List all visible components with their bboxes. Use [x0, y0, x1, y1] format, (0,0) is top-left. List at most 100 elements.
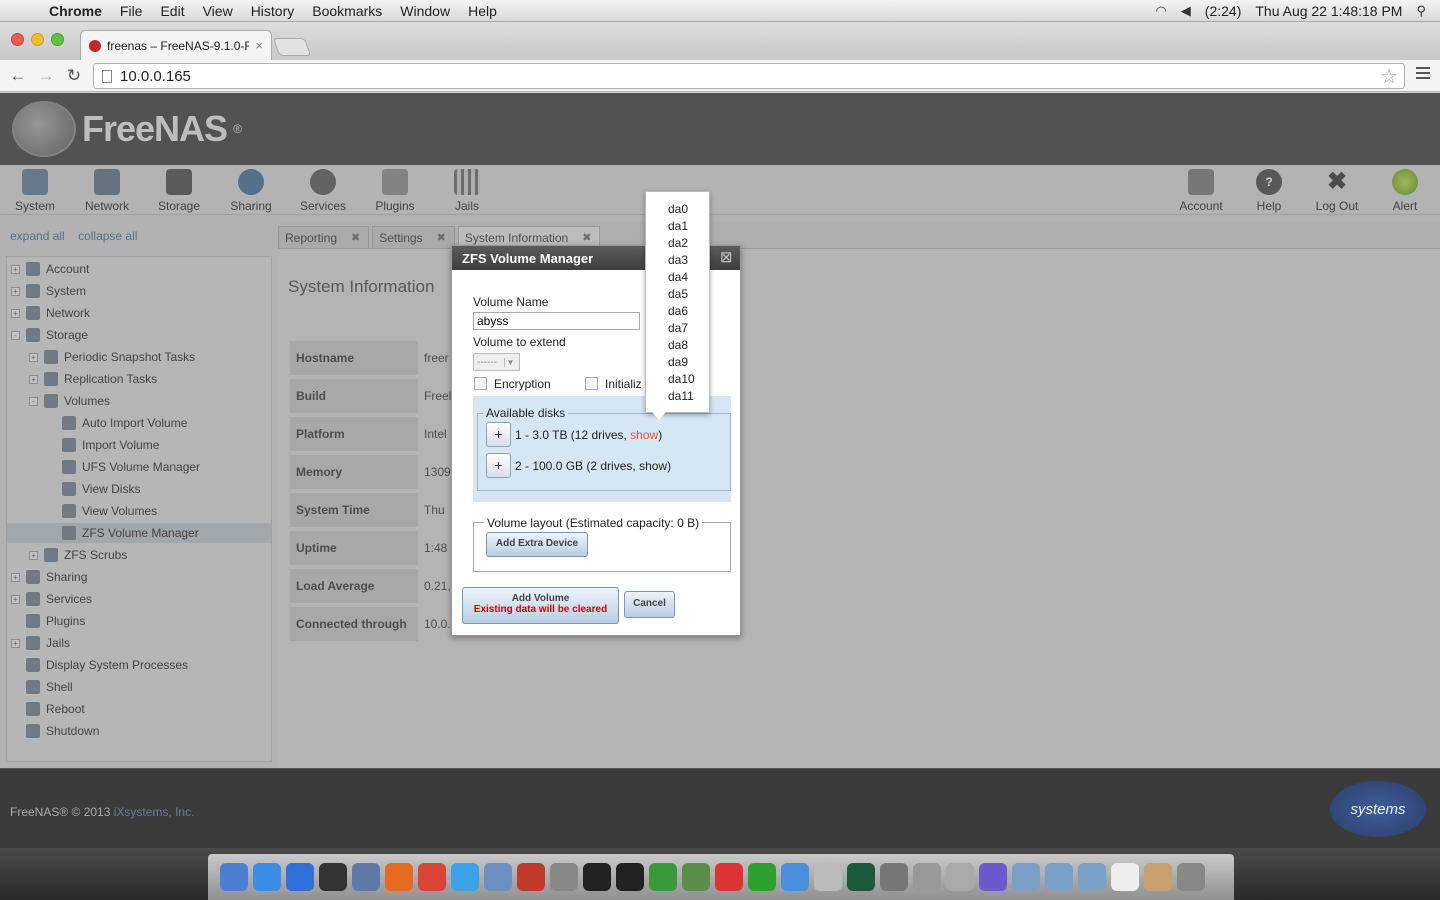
dock-app-icon[interactable] [814, 863, 842, 891]
volume-name-input[interactable] [473, 312, 640, 330]
dock-app-icon[interactable] [913, 863, 941, 891]
dock-app-icon[interactable] [220, 863, 248, 891]
show-disks-link[interactable]: show [639, 459, 667, 473]
dock-app-icon[interactable] [946, 863, 974, 891]
cancel-button[interactable]: Cancel [624, 591, 675, 618]
volume-layout-legend: Volume layout (Estimated capacity: 0 B) [484, 516, 703, 530]
available-disks-fieldset [477, 413, 731, 491]
minimize-window-button[interactable] [31, 33, 44, 46]
menu-file[interactable]: File [111, 3, 152, 19]
dock-app-icon[interactable] [1144, 863, 1172, 891]
copyright: FreeNAS® © 2013 iXsystems, Inc. [10, 805, 195, 819]
browser-toolbar: ← → ↻ 10.0.0.165 ☆ [0, 60, 1440, 92]
dock-app-icon[interactable] [748, 863, 776, 891]
chrome-menu-icon[interactable] [1416, 67, 1430, 82]
bookmark-star-icon[interactable]: ☆ [1380, 64, 1398, 89]
address-bar[interactable]: 10.0.0.165 ☆ [93, 63, 1405, 89]
dock-app-icon[interactable] [1078, 863, 1106, 891]
chevron-down-icon: ▼ [504, 357, 516, 367]
disk-list-item[interactable]: da2 [646, 236, 709, 253]
available-disks-legend: Available disks [483, 406, 569, 420]
url-text[interactable]: 10.0.0.165 [120, 68, 191, 85]
add-volume-warning: Existing data will be cleared [473, 604, 608, 615]
dock-app-icon[interactable] [583, 863, 611, 891]
dock-app-icon[interactable] [715, 863, 743, 891]
ixsystems-link[interactable]: iXsystems, Inc. [114, 805, 195, 819]
volume-layout-section: Volume layout (Estimated capacity: 0 B) … [473, 516, 731, 572]
new-tab-button[interactable] [272, 38, 312, 56]
popup-pointer [652, 412, 666, 420]
disk-list-item[interactable]: da6 [646, 304, 709, 321]
menu-edit[interactable]: Edit [151, 3, 193, 19]
disk-list-item[interactable]: da8 [646, 338, 709, 355]
dock-shelf [208, 854, 1234, 900]
add-extra-device-button[interactable]: Add Extra Device [486, 532, 588, 557]
dock-app-icon[interactable] [847, 863, 875, 891]
dock-app-icon[interactable] [517, 863, 545, 891]
encryption-label: Encryption [494, 377, 551, 391]
dock-app-icon[interactable] [979, 863, 1007, 891]
dialog-close-icon[interactable]: ☒ [720, 250, 732, 266]
add-disk-group-2-button[interactable]: + [486, 453, 511, 478]
dock-app-icon[interactable] [1177, 863, 1205, 891]
dock-app-icon[interactable] [1012, 863, 1040, 891]
freenas-favicon-icon [89, 39, 101, 52]
forward-icon[interactable]: → [32, 66, 60, 86]
volume-extend-select[interactable]: ------ ▼ [473, 353, 520, 371]
reload-icon[interactable]: ↻ [60, 66, 88, 86]
tab-close-icon[interactable]: × [255, 38, 263, 53]
disk-group-1: 1 - 3.0 TB (12 drives, show) [515, 428, 663, 442]
menu-window[interactable]: Window [391, 3, 459, 19]
zoom-window-button[interactable] [51, 33, 64, 46]
dock-app-icon[interactable] [484, 863, 512, 891]
dock-app-icon[interactable] [880, 863, 908, 891]
disk-list-item[interactable]: da7 [646, 321, 709, 338]
dock-app-icon[interactable] [550, 863, 578, 891]
dock-app-icon[interactable] [649, 863, 677, 891]
dock-app-icon[interactable] [781, 863, 809, 891]
disk-list-item[interactable]: da3 [646, 253, 709, 270]
volume-extend-value: ------ [477, 356, 497, 368]
disk-list-item[interactable]: da5 [646, 287, 709, 304]
menu-history[interactable]: History [242, 3, 304, 19]
disk-group-2: 2 - 100.0 GB (2 drives, show) [515, 459, 672, 473]
dock-app-icon[interactable] [682, 863, 710, 891]
disk-list-popup: da0 da1 da2 da3 da4 da5 da6 da7 da8 da9 da10 da11 [645, 191, 710, 420]
macos-dock [0, 848, 1440, 900]
disk-list-item[interactable]: da10 [646, 372, 709, 389]
menu-bookmarks[interactable]: Bookmarks [303, 3, 391, 19]
wifi-icon[interactable]: ◠ [1155, 3, 1166, 19]
show-disks-link[interactable]: show [630, 428, 658, 442]
initialize-checkbox[interactable] [585, 377, 598, 390]
back-icon[interactable]: ← [4, 66, 32, 86]
add-volume-button[interactable]: Add Volume Existing data will be cleared [462, 587, 619, 624]
menu-view[interactable]: View [194, 3, 242, 19]
dock-app-icon[interactable] [616, 863, 644, 891]
disk-list-item[interactable]: da9 [646, 355, 709, 372]
menu-help[interactable]: Help [459, 3, 506, 19]
encryption-checkbox[interactable] [474, 377, 487, 390]
dock-app-icon[interactable] [385, 863, 413, 891]
disk-list-item[interactable]: da1 [646, 219, 709, 236]
dock-app-icon[interactable] [319, 863, 347, 891]
freenas-footer: FreeNAS® © 2013 iXsystems, Inc. systems [0, 768, 1440, 848]
browser-tab[interactable]: freenas – FreeNAS-9.1.0-R × [80, 30, 272, 60]
battery-status[interactable]: (2:24) [1205, 3, 1242, 19]
menubar-clock[interactable]: Thu Aug 22 1:48:18 PM [1255, 3, 1402, 19]
dock-app-icon[interactable] [451, 863, 479, 891]
spotlight-icon[interactable]: ⚲ [1416, 3, 1426, 19]
dock-app-icon[interactable] [286, 863, 314, 891]
disk-list-item[interactable]: da11 [646, 389, 709, 406]
dock-app-icon[interactable] [352, 863, 380, 891]
disk-list-item[interactable]: da0 [646, 202, 709, 219]
menu-app[interactable]: Chrome [40, 3, 111, 19]
close-window-button[interactable] [11, 33, 24, 46]
disk-list-item[interactable]: da4 [646, 270, 709, 287]
add-disk-group-1-button[interactable]: + [486, 422, 511, 447]
volume-icon[interactable]: ◀ [1181, 3, 1191, 19]
tab-title: freenas – FreeNAS-9.1.0-R [107, 38, 250, 53]
dock-app-icon[interactable] [1045, 863, 1073, 891]
dock-app-icon[interactable] [253, 863, 281, 891]
dock-app-icon[interactable] [418, 863, 446, 891]
dock-app-icon[interactable] [1111, 863, 1139, 891]
